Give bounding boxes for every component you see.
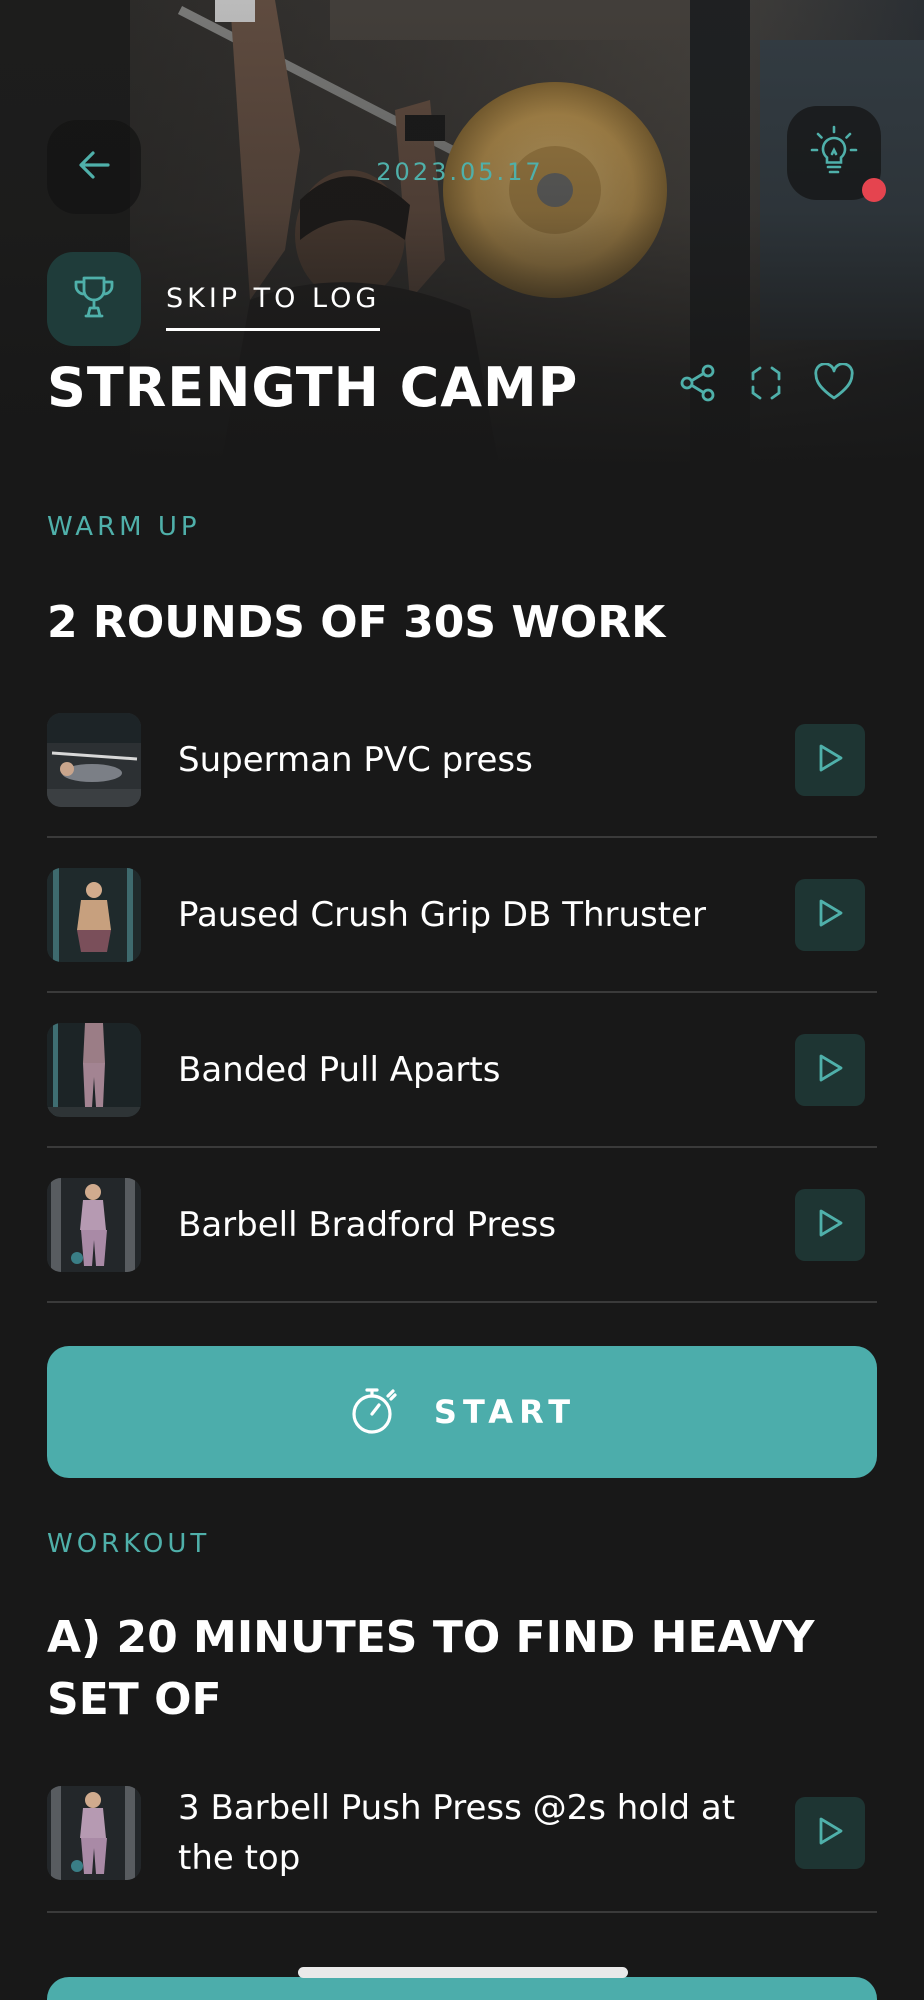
section-label-workout: WORKOUT bbox=[47, 1529, 211, 1559]
play-video-button[interactable] bbox=[795, 723, 865, 796]
home-indicator bbox=[298, 1967, 628, 1978]
focus-mode-button[interactable] bbox=[744, 360, 788, 410]
start-timer-button[interactable]: START bbox=[47, 1346, 877, 1478]
heart-icon bbox=[813, 362, 855, 407]
exercise-thumbnail bbox=[47, 1022, 141, 1117]
workout-date: 2023.05.17 bbox=[376, 158, 544, 186]
play-video-button[interactable] bbox=[795, 1188, 865, 1261]
exercise-thumbnail bbox=[47, 712, 141, 807]
title-actions bbox=[676, 360, 856, 410]
play-icon bbox=[815, 1815, 845, 1851]
exercise-name: Paused Crush Grip DB Thruster bbox=[178, 894, 706, 935]
exercise-row[interactable]: Banded Pull Aparts bbox=[47, 993, 877, 1148]
trophy-icon bbox=[69, 272, 119, 326]
notification-dot bbox=[862, 178, 886, 202]
warmup-heading: 2 ROUNDS OF 30S WORK bbox=[47, 597, 666, 648]
section-label-warmup: WARM UP bbox=[47, 512, 201, 542]
exercise-thumbnail bbox=[47, 1786, 141, 1880]
share-icon bbox=[678, 363, 718, 407]
exercise-name: Superman PVC press bbox=[178, 739, 533, 780]
page-title: STRENGTH CAMP bbox=[47, 356, 579, 419]
skip-to-log-link[interactable]: SKIP TO LOG bbox=[166, 283, 381, 331]
leaderboard-button[interactable] bbox=[47, 252, 141, 346]
workout-heading: A) 20 MINUTES TO FIND HEAVY SET OF bbox=[47, 1612, 815, 1725]
workout-exercise-list: 3 Barbell Push Press @2s hold at the top bbox=[47, 1755, 877, 1913]
start-timer-button-next[interactable] bbox=[47, 1977, 877, 2000]
exercise-row[interactable]: Barbell Bradford Press bbox=[47, 1148, 877, 1303]
back-button[interactable] bbox=[47, 120, 141, 214]
exercise-thumbnail bbox=[47, 1177, 141, 1272]
focus-frame-icon bbox=[746, 363, 786, 407]
play-icon bbox=[815, 742, 845, 778]
start-button-label: START bbox=[433, 1393, 577, 1431]
warmup-exercise-list: Superman PVC press Paused Crush Grip DB … bbox=[47, 683, 877, 1303]
exercise-name: Banded Pull Aparts bbox=[178, 1049, 501, 1090]
exercise-name: 3 Barbell Push Press @2s hold at the top bbox=[178, 1788, 736, 1878]
exercise-row[interactable]: Paused Crush Grip DB Thruster bbox=[47, 838, 877, 993]
stopwatch-icon bbox=[348, 1384, 400, 1440]
favorite-button[interactable] bbox=[812, 360, 856, 410]
workout-detail-screen: 2023.05.17 SKIP TO LOG STRENGTH CAMP WAR… bbox=[0, 0, 924, 2000]
exercise-row[interactable]: 3 Barbell Push Press @2s hold at the top bbox=[47, 1755, 877, 1913]
arrow-left-icon bbox=[74, 145, 114, 189]
play-video-button[interactable] bbox=[795, 878, 865, 951]
exercise-thumbnail bbox=[47, 867, 141, 962]
exercise-name: Barbell Bradford Press bbox=[178, 1204, 557, 1245]
share-button[interactable] bbox=[676, 360, 720, 410]
play-icon bbox=[815, 897, 845, 933]
play-video-button[interactable] bbox=[795, 1797, 865, 1869]
play-icon bbox=[815, 1052, 845, 1088]
exercise-row[interactable]: Superman PVC press bbox=[47, 683, 877, 838]
play-icon bbox=[815, 1207, 845, 1243]
lightbulb-icon bbox=[805, 122, 863, 184]
play-video-button[interactable] bbox=[795, 1033, 865, 1106]
